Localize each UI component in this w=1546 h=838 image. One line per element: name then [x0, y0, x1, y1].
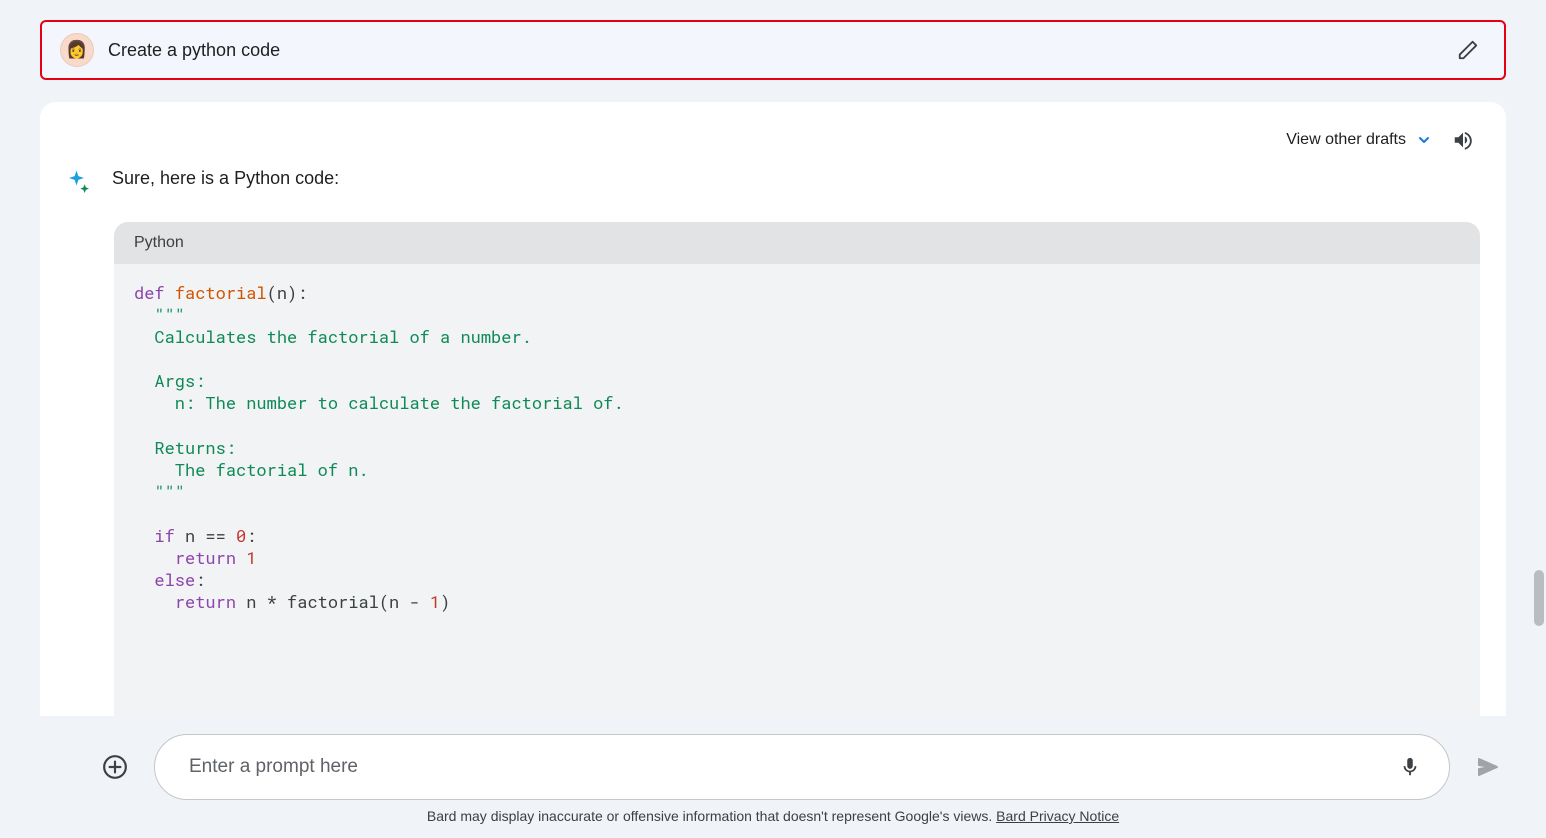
- send-button[interactable]: [1470, 749, 1506, 785]
- prompt-input-row: [40, 734, 1506, 800]
- response-intro-row: Sure, here is a Python code:: [66, 168, 1480, 198]
- scrollbar-thumb[interactable]: [1534, 570, 1544, 626]
- prompt-input-container: [154, 734, 1450, 800]
- code-block: Python def factorial(n): """ Calculates …: [114, 222, 1480, 753]
- volume-icon: [1452, 129, 1474, 151]
- response-intro-text: Sure, here is a Python code:: [112, 168, 339, 189]
- disclaimer-text: Bard may display inaccurate or offensive…: [427, 808, 996, 824]
- prompt-input[interactable]: [189, 756, 1383, 778]
- plus-circle-icon: [102, 754, 128, 780]
- user-prompt-row: 👩 Create a python code: [40, 20, 1506, 80]
- mic-icon: [1399, 756, 1421, 778]
- code-content[interactable]: def factorial(n): """ Calculates the fac…: [114, 264, 1480, 753]
- disclaimer: Bard may display inaccurate or offensive…: [40, 808, 1506, 830]
- footer: Bard may display inaccurate or offensive…: [0, 716, 1546, 838]
- mic-button[interactable]: [1393, 750, 1427, 784]
- pencil-icon: [1457, 39, 1479, 61]
- privacy-link[interactable]: Bard Privacy Notice: [996, 808, 1119, 824]
- user-prompt-text: Create a python code: [108, 40, 1436, 61]
- edit-prompt-button[interactable]: [1450, 32, 1486, 68]
- read-aloud-button[interactable]: [1446, 123, 1480, 157]
- view-other-drafts-button[interactable]: View other drafts: [1286, 131, 1432, 149]
- drafts-label: View other drafts: [1286, 131, 1406, 149]
- bard-sparkle-icon: [64, 168, 94, 198]
- code-language-label: Python: [114, 222, 1480, 264]
- drafts-row: View other drafts: [66, 122, 1480, 158]
- user-avatar: 👩: [60, 33, 94, 67]
- chevron-down-icon: [1416, 132, 1432, 148]
- add-button[interactable]: [96, 748, 134, 786]
- send-icon: [1476, 755, 1500, 779]
